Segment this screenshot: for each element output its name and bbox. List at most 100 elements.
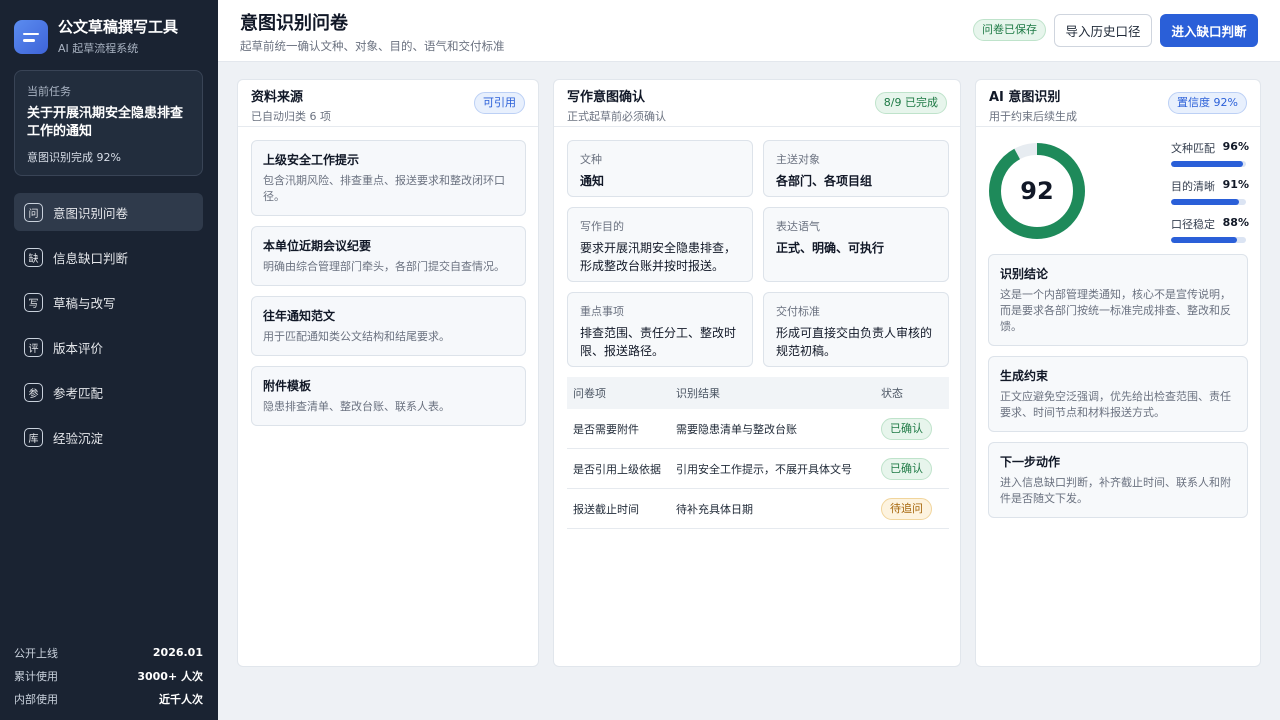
field-value: 形成可直接交由负责人审核的规范初稿。 (776, 326, 933, 358)
source-title: 本单位近期会议纪要 (263, 239, 372, 253)
nav-label: 意图识别问卷 (53, 205, 129, 221)
source-desc: 明确由综合管理部门牵头，各部门提交自查情况。 (263, 260, 505, 273)
field-key: 文种 (580, 153, 602, 166)
field-doc-type[interactable]: 文种 通知 (567, 140, 753, 197)
current-task-card[interactable]: 当前任务 关于开展汛期安全隐患排查工作的通知 意图识别完成 92% (14, 70, 203, 176)
review-icon: 评 (24, 337, 43, 357)
task-title: 关于开展汛期安全隐患排查工作的通知 (27, 106, 184, 139)
field-value: 各部门、各项目组 (776, 174, 873, 188)
source-card[interactable]: 本单位近期会议纪要 明确由综合管理部门牵头，各部门提交自查情况。 (251, 226, 526, 286)
row-result: 待补充具体日期 (676, 502, 753, 516)
sources-panel: 资料来源 已自动归类 6 项 可引用 上级安全工作提示 包含汛期风险、排查重点、… (237, 79, 539, 667)
nav-item-gap-check[interactable]: 缺 信息缺口判断 (14, 238, 203, 276)
usage-stats: 公开上线 2026.01 累计使用 3000+ 人次 内部使用 近千人次 (14, 641, 203, 710)
metric-bar-fill (1171, 199, 1240, 205)
metric-purpose: 目的清晰 91% (1171, 178, 1249, 205)
completion-badge: 8/9 已完成 (874, 92, 947, 114)
stat-row: 公开上线 2026.01 (14, 641, 203, 664)
nav-label: 版本评价 (53, 340, 104, 356)
table-row[interactable]: 是否引用上级依据 引用安全工作提示，不展开具体文号 已确认 (567, 449, 949, 489)
nav-item-draft-rewrite[interactable]: 写 草稿与改写 (14, 283, 203, 321)
field-value: 通知 (580, 174, 605, 188)
confidence-badge: 置信度 92% (1168, 92, 1247, 114)
nav-item-reference-match[interactable]: 参 参考匹配 (14, 373, 203, 411)
panel-subtitle: 正式起草前必须确认 (567, 110, 666, 123)
constraint-card[interactable]: 生成约束 正文应避免空泛强调，优先给出检查范围、责任要求、时间节点和材料报送方式… (988, 356, 1248, 432)
go-gap-check-button[interactable]: 进入缺口判断 (1160, 14, 1258, 47)
metric-bar (1171, 161, 1246, 167)
field-key: 交付标准 (776, 305, 820, 318)
app-logo-icon (14, 20, 48, 54)
source-title: 附件模板 (263, 379, 312, 393)
nav-item-experience[interactable]: 库 经验沉淀 (14, 418, 203, 456)
nav-label: 经验沉淀 (53, 430, 104, 446)
page-subtitle: 起草前统一确认文种、对象、目的、语气和交付标准 (240, 39, 505, 53)
table-header: 问卷项 识别结果 状态 (567, 377, 949, 409)
field-delivery[interactable]: 交付标准 形成可直接交由负责人审核的规范初稿。 (763, 292, 949, 367)
row-result: 引用安全工作提示，不展开具体文号 (676, 462, 852, 476)
nav-label: 参考匹配 (53, 385, 104, 401)
saved-badge: 问卷已保存 (973, 19, 1046, 41)
source-card[interactable]: 上级安全工作提示 包含汛期风险、排查重点、报送要求和整改闭环口径。 (251, 140, 526, 216)
source-card[interactable]: 附件模板 隐患排查清单、整改台账、联系人表。 (251, 366, 526, 426)
table-row[interactable]: 是否需要附件 需要隐患清单与整改台账 已确认 (567, 409, 949, 449)
nav-item-version-review[interactable]: 评 版本评价 (14, 328, 203, 366)
card-title: 识别结论 (1000, 267, 1049, 281)
task-label: 当前任务 (27, 85, 71, 98)
nav-item-intent-survey[interactable]: 问 意图识别问卷 (14, 193, 203, 231)
metric-bar (1171, 199, 1246, 205)
write-icon: 写 (24, 292, 43, 312)
survey-icon: 问 (24, 202, 43, 222)
metric-label: 目的清晰 (1171, 180, 1215, 193)
source-card[interactable]: 往年通知范文 用于匹配通知类公文结构和结尾要求。 (251, 296, 526, 356)
field-tone[interactable]: 表达语气 正式、明确、可执行 (763, 207, 949, 282)
sidebar: 公文草稿撰写工具 AI 起草流程系统 当前任务 关于开展汛期安全隐患排查工作的通… (0, 0, 218, 720)
panel-subtitle: 已自动归类 6 项 (251, 110, 331, 123)
status-badge: 已确认 (881, 417, 932, 440)
table-row[interactable]: 报送截止时间 待补充具体日期 待追问 (567, 489, 949, 529)
library-icon: 库 (24, 427, 43, 447)
metric-bar-fill (1171, 237, 1237, 243)
status-badge: 待追问 (881, 497, 932, 520)
field-key: 主送对象 (776, 153, 820, 166)
card-desc: 正文应避免空泛强调，优先给出检查范围、责任要求、时间节点和材料报送方式。 (1000, 390, 1231, 419)
sidebar-nav: 问 意图识别问卷 缺 信息缺口判断 写 草稿与改写 评 版本评价 参 参考匹配 … (14, 193, 203, 463)
source-title: 上级安全工作提示 (263, 153, 360, 167)
metric-stability: 口径稳定 88% (1171, 216, 1249, 243)
stat-value: 2026.01 (152, 646, 203, 659)
column-header: 状态 (881, 387, 903, 400)
metric-doc-type: 文种匹配 96% (1171, 140, 1249, 167)
source-desc: 用于匹配通知类公文结构和结尾要求。 (263, 330, 450, 343)
app-subtitle: AI 起草流程系统 (58, 42, 139, 55)
field-value: 要求开展汛期安全隐患排查，形成整改台账并按时报送。 (580, 241, 737, 273)
status-badge: 已确认 (881, 457, 932, 480)
field-purpose[interactable]: 写作目的 要求开展汛期安全隐患排查，形成整改台账并按时报送。 (567, 207, 753, 282)
reference-icon: 参 (24, 382, 43, 402)
stat-value: 3000+ 人次 (137, 669, 203, 683)
panel-title: 写作意图确认 (567, 90, 646, 105)
source-title: 往年通知范文 (263, 309, 336, 323)
metric-bar-fill (1171, 161, 1243, 167)
field-recipients[interactable]: 主送对象 各部门、各项目组 (763, 140, 949, 197)
conclusion-card[interactable]: 识别结论 这是一个内部管理类通知，核心不是宣传说明，而是要求各部门按统一标准完成… (988, 254, 1248, 346)
field-key: 重点事项 (580, 305, 624, 318)
score-value: 92 (1020, 177, 1054, 205)
task-progress: 意图识别完成 92% (27, 151, 121, 164)
import-history-button[interactable]: 导入历史口径 (1054, 14, 1152, 47)
panel-header: AI 意图识别 用于约束后续生成 置信度 92% (976, 80, 1260, 127)
field-key: 写作目的 (580, 220, 624, 233)
survey-table: 问卷项 识别结果 状态 是否需要附件 需要隐患清单与整改台账 已确认 是否引用上… (567, 377, 949, 529)
ai-panel: AI 意图识别 用于约束后续生成 置信度 92% 92 文种匹配 96% 目的清… (975, 79, 1261, 667)
field-key-points[interactable]: 重点事项 排查范围、责任分工、整改时限、报送路径。 (567, 292, 753, 367)
stat-row: 内部使用 近千人次 (14, 687, 203, 710)
stat-key: 公开上线 (14, 646, 58, 660)
page-header: 意图识别问卷 起草前统一确认文种、对象、目的、语气和交付标准 问卷已保存 导入历… (218, 0, 1280, 62)
app-title: 公文草稿撰写工具 (58, 18, 179, 36)
panel-header: 资料来源 已自动归类 6 项 可引用 (238, 80, 538, 127)
row-result: 需要隐患清单与整改台账 (676, 422, 797, 436)
nav-label: 信息缺口判断 (53, 250, 129, 266)
field-key: 表达语气 (776, 220, 820, 233)
next-action-card[interactable]: 下一步动作 进入信息缺口判断，补齐截止时间、联系人和附件是否随文下发。 (988, 442, 1248, 518)
row-item: 是否需要附件 (573, 422, 639, 436)
metric-value: 88% (1222, 216, 1249, 229)
